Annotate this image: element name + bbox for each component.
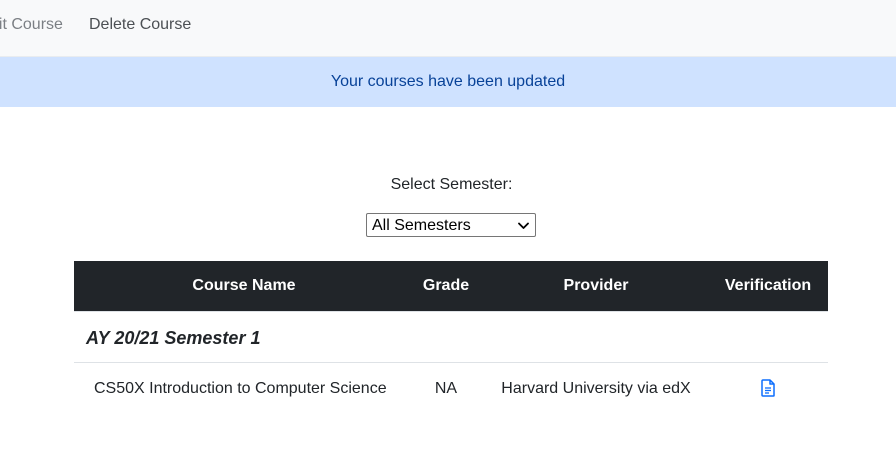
semester-select-label: Select Semester:: [390, 176, 513, 193]
cell-course-name: CS50X Introduction to Computer Science: [94, 380, 387, 397]
nav-edit-course[interactable]: dit Course: [0, 15, 63, 35]
header-verification: Verification: [724, 277, 812, 294]
document-icon[interactable]: [761, 379, 775, 397]
table-row: CS50X Introduction to Computer Science N…: [74, 363, 828, 413]
chevron-down-icon: [518, 222, 529, 229]
update-alert: Your courses have been updated: [0, 57, 896, 107]
header-provider: Provider: [563, 277, 629, 294]
semester-select-value: All Semesters: [372, 217, 471, 234]
header-grade: Grade: [422, 277, 470, 294]
header-course-name: Course Name: [192, 277, 296, 294]
cell-grade: NA: [434, 380, 458, 397]
alert-message: Your courses have been updated: [330, 73, 566, 90]
semester-group-row: AY 20/21 Semester 1: [74, 311, 828, 363]
top-navbar: dit Course Delete Course: [0, 0, 896, 57]
courses-table-header: Course Name Grade Provider Verification: [74, 261, 828, 311]
cell-provider: Harvard University via edX: [501, 380, 691, 397]
semester-select[interactable]: All Semesters: [366, 213, 536, 237]
semester-group-label: AY 20/21 Semester 1: [86, 328, 261, 348]
nav-delete-course[interactable]: Delete Course: [89, 15, 191, 35]
